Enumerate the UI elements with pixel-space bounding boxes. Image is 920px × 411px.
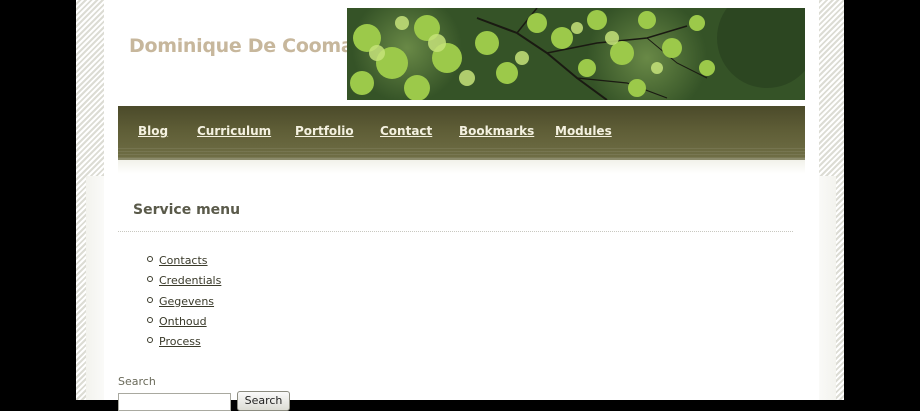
list-item: Onthoud <box>144 312 221 332</box>
main-navigation: Blog Curriculum Portfolio Contact Bookma… <box>118 106 805 160</box>
list-item: Contacts <box>144 251 221 271</box>
nav-shadow <box>118 160 805 174</box>
navbar-stripe <box>118 148 805 158</box>
header-banner-image <box>347 8 805 100</box>
service-link-onthoud[interactable]: Onthoud <box>159 315 207 328</box>
divider <box>118 231 793 232</box>
service-menu-list: Contacts Credentials Gegevens Onthoud Pr… <box>144 251 221 352</box>
nav-item-portfolio[interactable]: Portfolio <box>295 124 354 138</box>
nav-item-bookmarks[interactable]: Bookmarks <box>459 124 534 138</box>
search-button[interactable]: Search <box>237 391 290 411</box>
nav-item-modules[interactable]: Modules <box>555 124 612 138</box>
bullet-icon <box>147 276 153 283</box>
nav-item-blog[interactable]: Blog <box>138 124 168 138</box>
site-title[interactable]: Dominique De Cooman <box>129 35 367 57</box>
nav-item-curriculum[interactable]: Curriculum <box>197 124 271 138</box>
search-input[interactable] <box>118 393 231 411</box>
service-link-credentials[interactable]: Credentials <box>159 274 221 287</box>
list-item: Gegevens <box>144 292 221 312</box>
maple-leaves-photo-icon <box>347 8 805 100</box>
bullet-icon <box>147 256 153 262</box>
bullet-icon <box>147 296 153 303</box>
nav-item-contact[interactable]: Contact <box>380 124 432 138</box>
list-item: Credentials <box>144 271 221 291</box>
bullet-icon <box>147 337 153 344</box>
search-label: Search <box>118 375 156 388</box>
page-container: Dominique De Cooman Blog Curriculum Port… <box>104 0 819 411</box>
bullet-icon <box>147 316 153 323</box>
service-link-process[interactable]: Process <box>159 335 201 348</box>
list-item: Process <box>144 332 221 352</box>
service-link-gegevens[interactable]: Gegevens <box>159 295 214 308</box>
service-link-contacts[interactable]: Contacts <box>159 254 208 267</box>
service-menu-title: Service menu <box>133 202 241 218</box>
